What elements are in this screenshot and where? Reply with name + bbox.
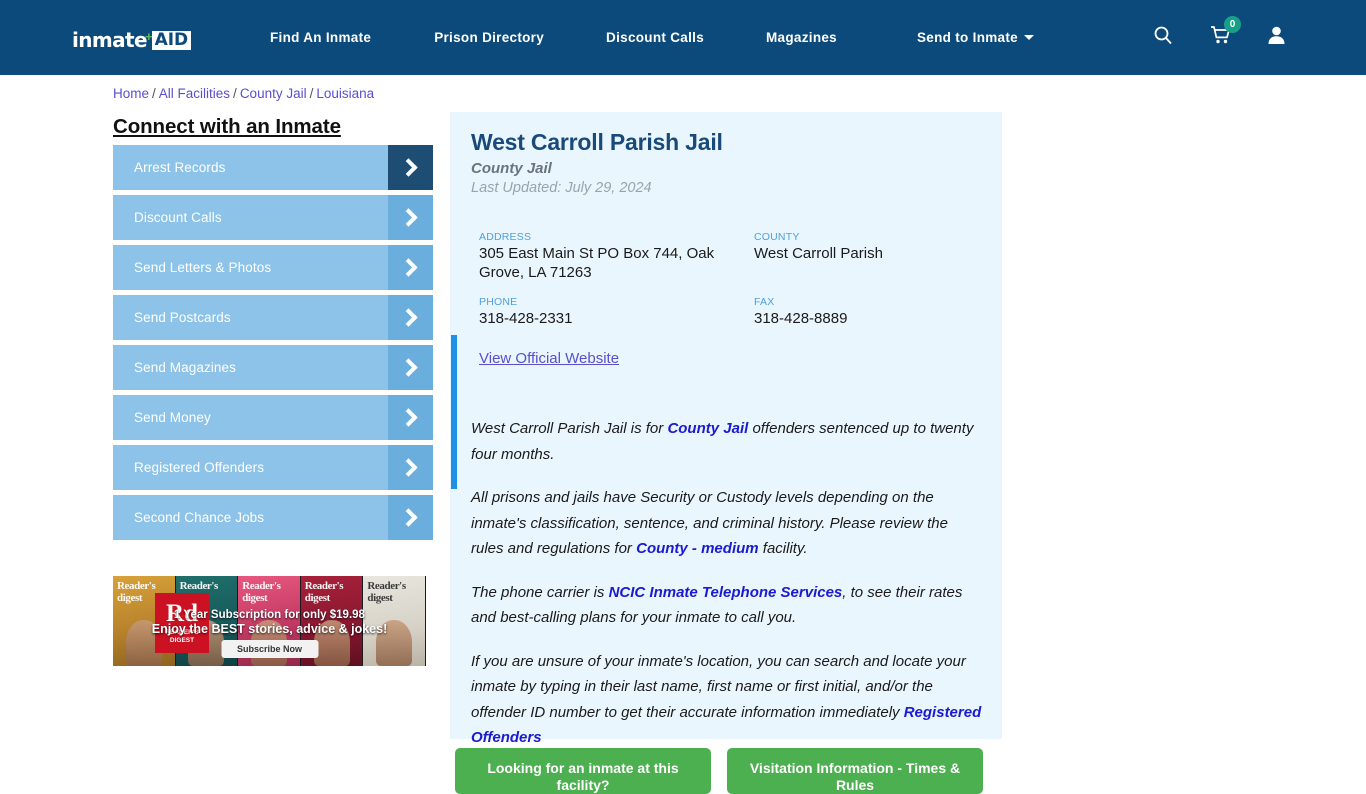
info-label: COUNTY bbox=[754, 231, 800, 243]
cart-count-badge: 0 bbox=[1224, 16, 1241, 33]
nav-item-prison-directory[interactable]: Prison Directory bbox=[434, 30, 544, 45]
info-label: ADDRESS bbox=[479, 231, 532, 243]
visitation-information-button[interactable]: Visitation Information - Times & Rules bbox=[727, 748, 983, 794]
sidebar-item-send-letters-photos[interactable]: Send Letters & Photos bbox=[113, 245, 433, 290]
ad-headline: 1 Year Subscription for only $19.98 bbox=[174, 609, 365, 621]
advertisement-banner[interactable]: Reader's digest Reader's digest Reader's… bbox=[113, 576, 426, 666]
chevron-down-icon bbox=[1023, 35, 1034, 40]
chevron-right-icon bbox=[388, 195, 433, 240]
sidebar-item-send-magazines[interactable]: Send Magazines bbox=[113, 345, 433, 390]
ad-subheadline: Enjoy the BEST stories, advice & jokes! bbox=[151, 622, 388, 636]
facility-action-buttons: Looking for an inmate at this facility? … bbox=[455, 748, 1015, 794]
ad-cover-title: Reader's digest bbox=[242, 580, 281, 604]
sidebar-item-arrest-records[interactable]: Arrest Records bbox=[113, 145, 433, 190]
nav-item-discount-calls[interactable]: Discount Calls bbox=[606, 30, 704, 45]
description-paragraph-2: All prisons and jails have Security or C… bbox=[471, 485, 983, 562]
facility-name: West Carroll Parish Jail bbox=[471, 129, 723, 155]
sidebar-item-label: Discount Calls bbox=[134, 210, 222, 225]
breadcrumb: Home / All Facilities / County Jail / Louisian… bbox=[113, 86, 374, 101]
chevron-right-icon bbox=[388, 345, 433, 390]
paragraph-text: If you are unsure of your inmate's locat… bbox=[471, 652, 966, 721]
nav-item-magazines[interactable]: Magazines bbox=[766, 30, 837, 45]
nav-item-send-to-inmate[interactable]: Send to Inmate bbox=[917, 30, 1034, 45]
chevron-right-icon bbox=[388, 295, 433, 340]
logo-text: inmate bbox=[72, 28, 148, 52]
link-county-jail[interactable]: County Jail bbox=[667, 420, 748, 437]
sidebar-item-second-chance-jobs[interactable]: Second Chance Jobs bbox=[113, 495, 433, 540]
facility-info-grid: ADDRESS 305 East Main St PO Box 744, Oak… bbox=[479, 231, 989, 343]
main-nav: Find An Inmate Prison Directory Discount… bbox=[270, 0, 1034, 75]
sidebar-item-label: Send Money bbox=[134, 410, 211, 425]
info-value: 305 East Main St PO Box 744, Oak Grove, … bbox=[479, 245, 715, 281]
site-header: inmate + AID Find An Inmate Prison Direc… bbox=[0, 0, 1366, 75]
site-logo[interactable]: inmate + AID bbox=[72, 24, 192, 52]
info-label: FAX bbox=[754, 296, 775, 308]
paragraph-text: West Carroll Parish Jail is for bbox=[471, 420, 668, 437]
sidebar-item-label: Send Postcards bbox=[134, 310, 231, 325]
info-field-county: COUNTY West Carroll Parish bbox=[754, 231, 989, 296]
breadcrumb-separator: / bbox=[152, 86, 156, 101]
breadcrumb-item-home[interactable]: Home bbox=[113, 86, 149, 101]
sidebar-title: Connect with an Inmate bbox=[113, 115, 341, 138]
description-paragraph-4: If you are unsure of your inmate's locat… bbox=[471, 649, 983, 751]
accent-bar bbox=[451, 335, 457, 489]
info-field-fax: FAX 318-428-8889 bbox=[754, 296, 989, 343]
chevron-right-icon bbox=[388, 445, 433, 490]
ad-cover-title: Reader's digest bbox=[367, 580, 406, 604]
paragraph-text: The phone carrier is bbox=[471, 583, 609, 601]
chevron-right-icon bbox=[388, 245, 433, 290]
info-value: West Carroll Parish bbox=[754, 245, 883, 262]
info-field-address: ADDRESS 305 East Main St PO Box 744, Oak… bbox=[479, 231, 754, 296]
sidebar-item-label: Second Chance Jobs bbox=[134, 510, 265, 525]
info-value: 318-428-2331 bbox=[479, 310, 573, 327]
header-icon-group: 0 bbox=[1153, 0, 1366, 75]
info-value: 318-428-8889 bbox=[754, 310, 848, 327]
info-field-phone: PHONE 318-428-2331 bbox=[479, 296, 754, 343]
link-county-medium[interactable]: County - medium bbox=[636, 540, 759, 557]
logo-plus-icon: + bbox=[144, 29, 153, 44]
looking-for-inmate-button[interactable]: Looking for an inmate at this facility? bbox=[455, 748, 711, 794]
sidebar-item-label: Registered Offenders bbox=[134, 460, 265, 475]
chevron-right-icon bbox=[388, 395, 433, 440]
chevron-right-icon bbox=[388, 495, 433, 540]
link-ncic-inmate-telephone-services[interactable]: NCIC Inmate Telephone Services bbox=[609, 584, 843, 601]
logo-aid-text: AID bbox=[151, 31, 192, 50]
user-icon[interactable] bbox=[1267, 25, 1286, 50]
search-icon[interactable] bbox=[1153, 25, 1173, 50]
view-official-website-link[interactable]: View Official Website bbox=[479, 350, 619, 367]
facility-type: County Jail bbox=[471, 160, 552, 177]
ad-cover-title: Reader's digest bbox=[304, 580, 344, 604]
ad-magazine-cover: Reader's digest bbox=[363, 576, 426, 666]
sidebar-item-discount-calls[interactable]: Discount Calls bbox=[113, 195, 433, 240]
description-paragraph-3: The phone carrier is NCIC Inmate Telepho… bbox=[471, 580, 983, 631]
paragraph-text: facility. bbox=[758, 540, 808, 557]
nav-item-send-to-inmate-label: Send to Inmate bbox=[917, 30, 1018, 45]
sidebar-item-send-money[interactable]: Send Money bbox=[113, 395, 433, 440]
breadcrumb-item-all-facilities[interactable]: All Facilities bbox=[159, 86, 230, 101]
sidebar-item-label: Send Letters & Photos bbox=[134, 260, 272, 275]
sidebar-item-label: Send Magazines bbox=[134, 360, 236, 375]
sidebar-item-registered-offenders[interactable]: Registered Offenders bbox=[113, 445, 433, 490]
info-row: PHONE 318-428-2331 FAX 318-428-8889 bbox=[479, 296, 989, 343]
info-row: ADDRESS 305 East Main St PO Box 744, Oak… bbox=[479, 231, 989, 296]
nav-item-find-an-inmate[interactable]: Find An Inmate bbox=[270, 30, 371, 45]
facility-last-updated: Last Updated: July 29, 2024 bbox=[471, 180, 652, 196]
ad-subscribe-button[interactable]: Subscribe Now bbox=[220, 640, 319, 658]
facility-description: West Carroll Parish Jail is for County J… bbox=[471, 416, 983, 769]
breadcrumb-item-louisiana[interactable]: Louisiana bbox=[316, 86, 374, 101]
breadcrumb-item-county-jail[interactable]: County Jail bbox=[240, 86, 307, 101]
breadcrumb-separator: / bbox=[309, 86, 314, 101]
cart-icon[interactable]: 0 bbox=[1210, 16, 1241, 50]
chevron-right-icon bbox=[388, 145, 433, 190]
description-paragraph-1: West Carroll Parish Jail is for County J… bbox=[471, 416, 983, 467]
breadcrumb-separator: / bbox=[233, 86, 237, 101]
sidebar-item-label: Arrest Records bbox=[134, 160, 226, 175]
info-label: PHONE bbox=[479, 296, 518, 308]
sidebar-menu: Arrest Records Discount Calls Send Lette… bbox=[113, 145, 433, 545]
sidebar-item-send-postcards[interactable]: Send Postcards bbox=[113, 295, 433, 340]
